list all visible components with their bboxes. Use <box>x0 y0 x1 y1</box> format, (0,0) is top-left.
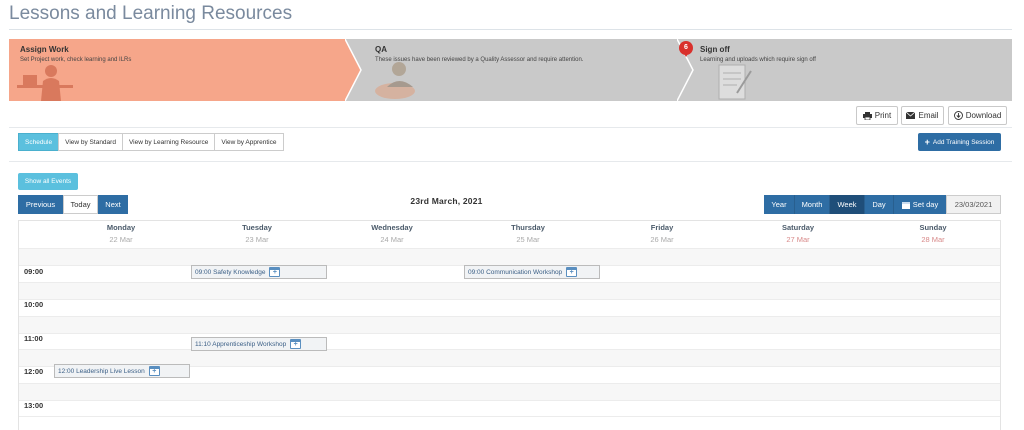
day-date: 27 Mar <box>786 235 810 244</box>
workflow-step-assign-work[interactable]: Assign Work Set Project work, check lear… <box>9 39 361 101</box>
day-date: 26 Mar <box>650 235 674 244</box>
tab-view-by-standard[interactable]: View by Standard <box>58 133 123 151</box>
workflow-step-qa[interactable]: QA These issues have been reviewed by a … <box>345 39 695 101</box>
download-label: Download <box>965 111 1002 120</box>
event-label: 12:00 Leadership Live Lesson <box>58 367 145 375</box>
calendar-event[interactable]: 09:00 Safety Knowledge <box>191 265 327 279</box>
day-header-wednesday: Wednesday 24 Mar <box>332 223 452 244</box>
slot-divider <box>19 333 1000 334</box>
set-day-button[interactable]: Set day <box>894 195 946 214</box>
day-name: Tuesday <box>242 223 272 232</box>
event-label: 09:00 Communication Workshop <box>468 268 563 276</box>
day-name: Saturday <box>781 223 815 232</box>
day-name: Sunday <box>919 223 947 232</box>
tab-schedule[interactable]: Schedule <box>18 133 60 151</box>
time-label: 09:00 <box>24 267 44 276</box>
calendar-event[interactable]: 11:10 Apprenticeship Workshop <box>191 337 327 351</box>
title-divider <box>9 29 1012 30</box>
show-all-events-button[interactable]: Show all Events <box>18 173 78 190</box>
event-label: 09:00 Safety Knowledge <box>195 268 266 276</box>
day-date: 24 Mar <box>380 235 404 244</box>
time-label: 12:00 <box>24 367 44 376</box>
view-tabs: Schedule View by Standard View by Learni… <box>18 133 284 151</box>
document-sign-illustration-icon <box>718 64 752 100</box>
calendar-add-icon[interactable] <box>269 267 281 277</box>
print-button[interactable]: Print <box>856 106 898 125</box>
day-view-button[interactable]: Day <box>865 195 894 214</box>
panel-divider <box>9 127 1012 128</box>
time-label: 10:00 <box>24 300 44 309</box>
reviewer-illustration-icon <box>375 62 415 99</box>
time-label: 11:00 <box>24 334 43 343</box>
calendar-add-icon[interactable] <box>148 366 160 376</box>
half-hour-slot <box>19 384 1000 400</box>
day-header-monday: Monday 22 Mar <box>61 223 181 244</box>
page: Lessons and Learning Resources Assign Wo… <box>0 0 1024 430</box>
calendar-event[interactable]: 12:00 Leadership Live Lesson <box>54 364 190 378</box>
year-view-button[interactable]: Year <box>764 195 795 214</box>
envelope-icon <box>906 112 916 119</box>
person-desk-illustration-icon <box>17 65 73 101</box>
panel-divider <box>9 161 1012 162</box>
step-title: Assign Work <box>20 45 69 54</box>
day-name: Wednesday <box>371 223 413 232</box>
half-hour-slot <box>19 249 1000 265</box>
page-title: Lessons and Learning Resources <box>9 3 293 24</box>
event-label: 11:10 Apprenticeship Workshop <box>195 340 287 348</box>
step-title: QA <box>375 45 387 54</box>
view-mode-group: Year Month Week Day Set day <box>764 195 946 214</box>
slot-divider <box>19 400 1000 401</box>
print-label: Print <box>874 111 892 120</box>
add-session-label: Add Training Session <box>932 138 995 146</box>
half-hour-slot <box>19 283 1000 299</box>
day-date: 22 Mar <box>109 235 133 244</box>
day-name: Monday <box>106 223 136 232</box>
date-input[interactable]: 23/03/2021 <box>946 195 1001 214</box>
printer-icon <box>862 111 872 120</box>
current-date-heading: 23rd March, 2021 <box>410 196 483 206</box>
day-header-saturday: Saturday 27 Mar <box>738 223 858 244</box>
set-day-label: Set day <box>912 200 939 209</box>
week-calendar: Monday 22 Mar Tuesday 23 Mar Wednesday 2… <box>18 220 1001 430</box>
day-name: Friday <box>650 223 674 232</box>
download-button[interactable]: Download <box>948 106 1007 125</box>
slot-divider <box>19 416 1000 417</box>
day-header-friday: Friday 26 Mar <box>602 223 722 244</box>
month-view-button[interactable]: Month <box>795 195 830 214</box>
calendar-icon <box>901 201 910 209</box>
step-title: Sign off <box>700 45 730 54</box>
day-header-tuesday: Tuesday 23 Mar <box>197 223 317 244</box>
day-date: 25 Mar <box>516 235 540 244</box>
email-button[interactable]: Email <box>901 106 944 125</box>
download-icon <box>953 111 963 120</box>
tab-view-by-apprentice[interactable]: View by Apprentice <box>214 133 284 151</box>
day-header-thursday: Thursday 25 Mar <box>468 223 588 244</box>
slot-divider <box>19 299 1000 300</box>
workflow-step-sign-off[interactable]: Sign off Learning and uploads which requ… <box>677 39 1012 101</box>
day-date: 23 Mar <box>245 235 269 244</box>
email-label: Email <box>918 111 939 120</box>
plus-icon: + <box>924 137 930 147</box>
tab-view-by-learning-resource[interactable]: View by Learning Resource <box>121 133 216 151</box>
half-hour-slot <box>19 317 1000 333</box>
week-view-button[interactable]: Week <box>830 195 865 214</box>
calendar-event[interactable]: 09:00 Communication Workshop <box>464 265 600 279</box>
workflow-banner: Assign Work Set Project work, check lear… <box>9 39 1012 101</box>
step-separator-icon <box>345 39 362 101</box>
calendar-add-icon[interactable] <box>566 267 578 277</box>
badge-pointer <box>683 52 689 57</box>
day-header-sunday: Sunday 28 Mar <box>873 223 993 244</box>
day-name: Thursday <box>511 223 545 232</box>
calendar-add-icon[interactable] <box>290 339 302 349</box>
time-label: 13:00 <box>24 401 44 410</box>
add-training-session-button[interactable]: + Add Training Session <box>918 133 1001 151</box>
day-date: 28 Mar <box>921 235 945 244</box>
